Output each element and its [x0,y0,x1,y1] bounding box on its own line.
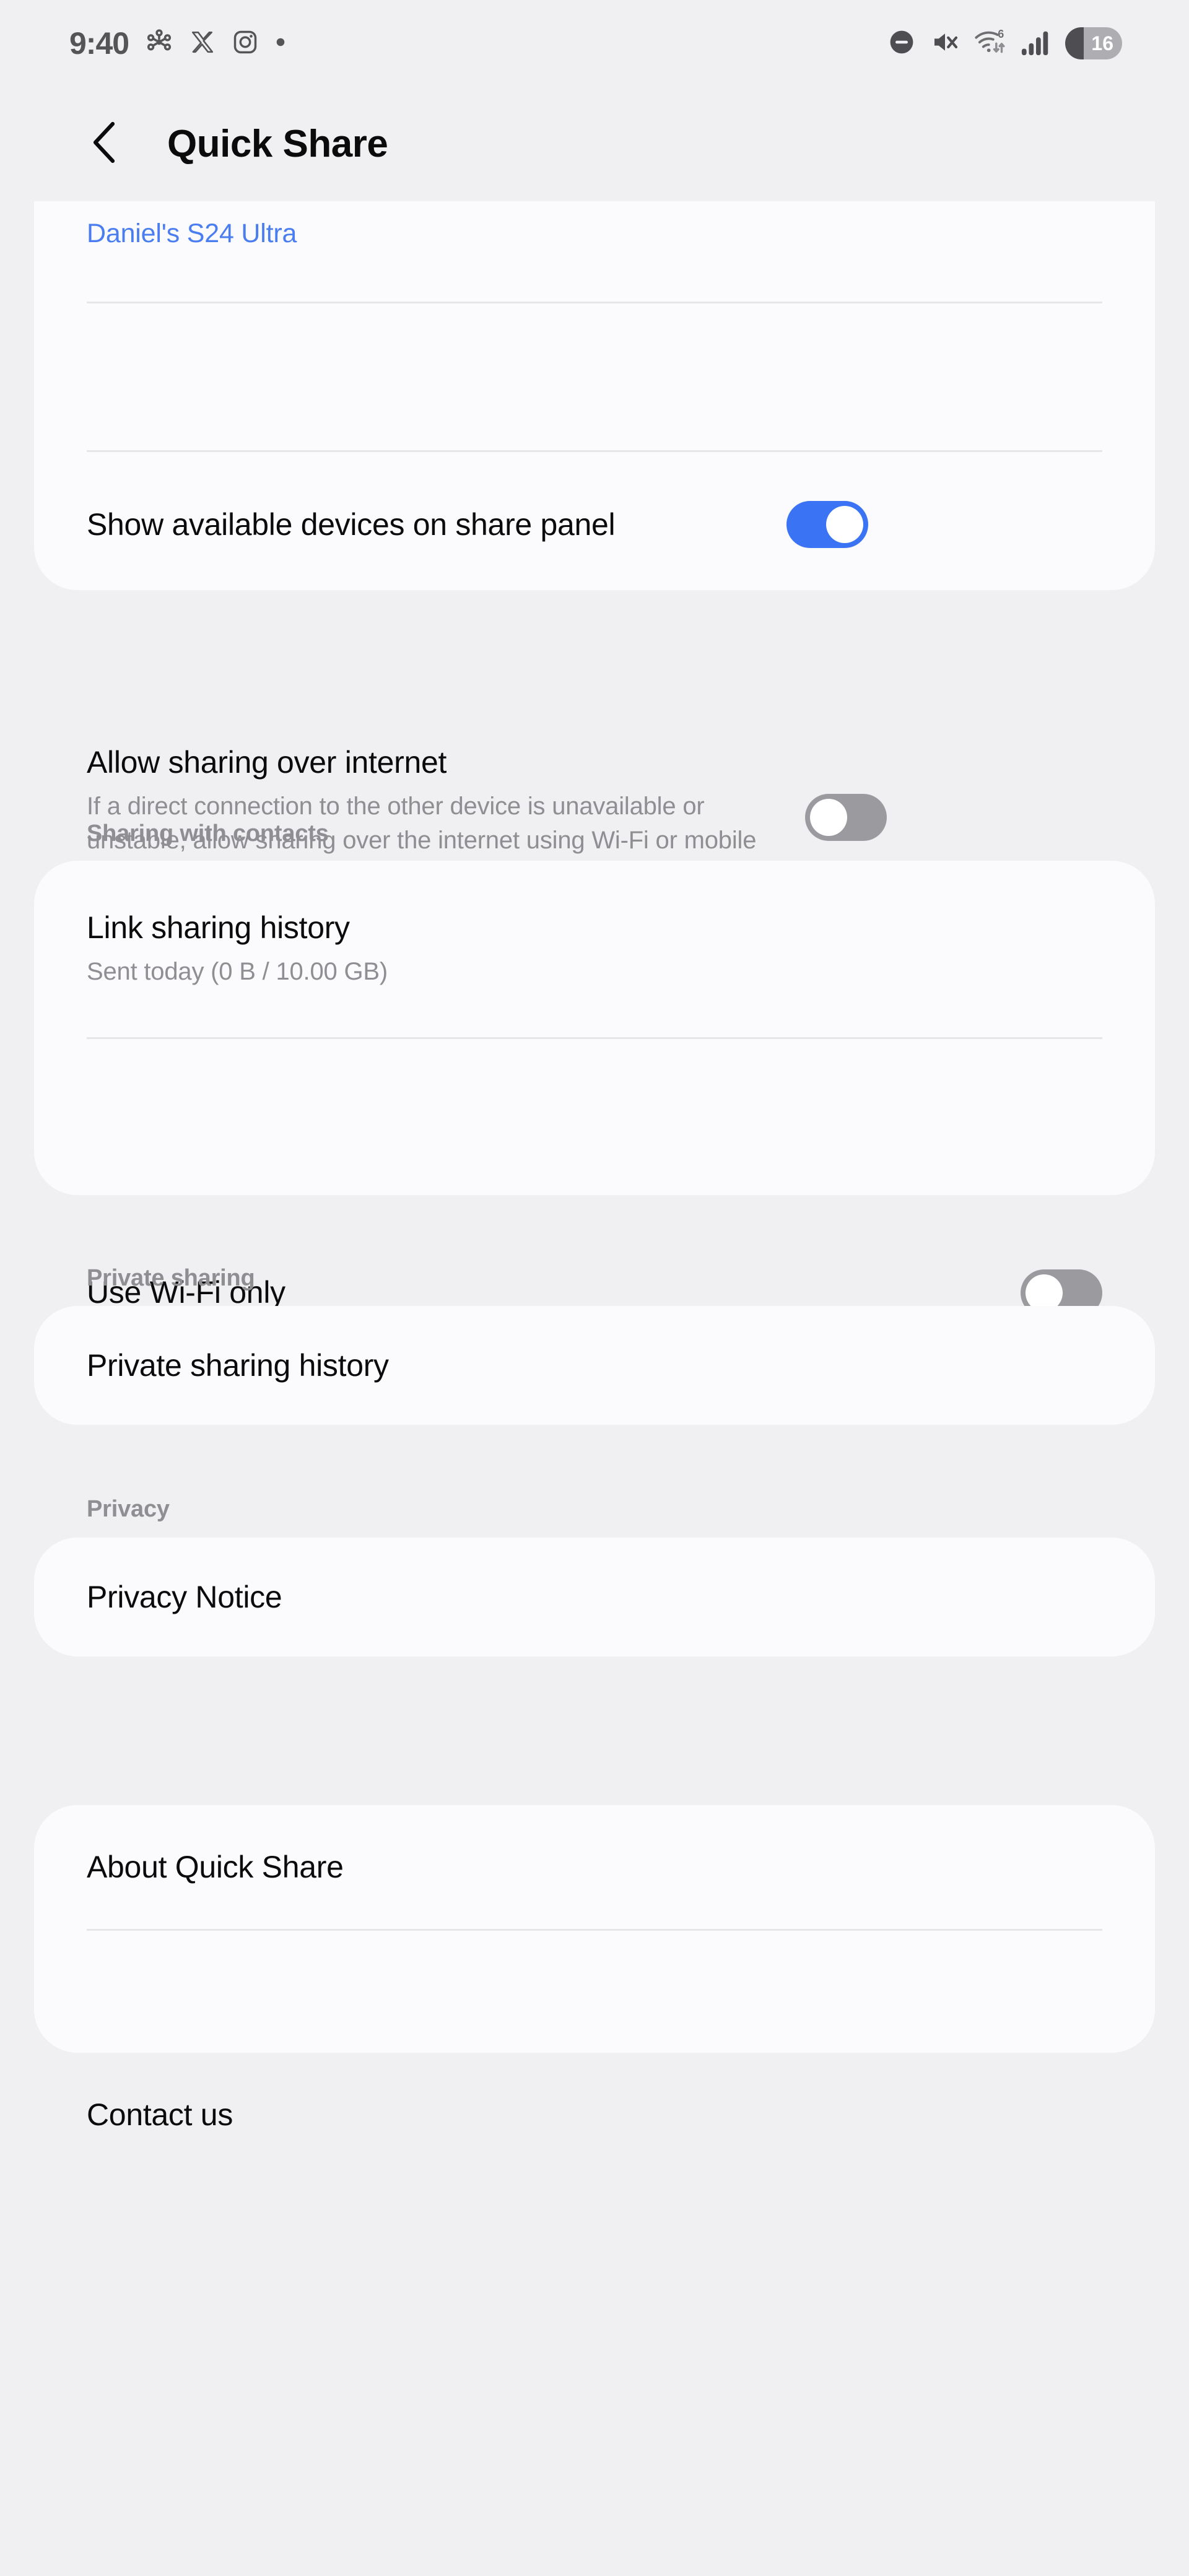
private-sharing-history-row[interactable]: Private sharing history [34,1306,1155,1425]
mute-icon [930,27,960,60]
battery-indicator: 16 [1065,27,1122,59]
phone-name-value: Daniel's S24 Ultra [87,219,297,248]
device-settings-card: Phone name Daniel's S24 Ultra Show avail… [34,201,1155,888]
settings-scroll-area[interactable]: Phone name Daniel's S24 Ultra Show avail… [0,201,1189,2576]
privacy-notice-label: Privacy Notice [87,1579,282,1614]
info-card: About Quick Share Contact us [34,1805,1155,2132]
phone-name-label: Phone name [87,201,1102,208]
link-sharing-history-label: Link sharing history [87,910,350,946]
show-available-devices-text: Show available devices on share panel [87,505,762,544]
private-sharing-history-text: Private sharing history [87,1346,1102,1385]
signal-bars-icon [1021,27,1052,60]
x-logo-icon [189,29,216,58]
privacy-notice-text: Privacy Notice [87,1578,1102,1617]
contact-us-text: Contact us [87,2095,1102,2134]
page-title: Quick Share [167,123,388,165]
svg-text:6: 6 [998,28,1004,40]
instagram-icon [232,28,259,59]
phone-name-text: Phone name Daniel's S24 Ultra [87,201,1102,252]
link-sharing-history-status: Sent today (0 B / 10.00 GB) [87,958,388,986]
about-quick-share-row[interactable]: About Quick Share [34,1805,1155,1929]
show-available-devices-row[interactable]: Show available devices on share panel [34,450,1155,599]
phone-name-row[interactable]: Phone name Daniel's S24 Ultra [34,201,1155,302]
link-sharing-history-row[interactable]: Link sharing history Sent today (0 B / 1… [34,861,1155,1037]
about-quick-share-text: About Quick Share [87,1848,1102,1887]
section-header-privacy: Privacy [87,1496,170,1522]
back-button[interactable] [87,120,124,168]
about-quick-share-label: About Quick Share [87,1849,344,1884]
battery-fill [1065,27,1084,59]
show-available-devices-toggle[interactable] [786,501,868,548]
section-header-private-sharing: Private sharing [87,1265,255,1291]
privacy-notice-row[interactable]: Privacy Notice [34,1538,1155,1656]
divider [87,1929,1102,1931]
battery-level-label: 16 [1091,32,1113,54]
toggle-knob [826,506,863,543]
divider [87,450,1102,452]
status-bar-clock: 9:40 [69,26,129,61]
privacy-card: Privacy Notice [34,1538,1155,1656]
smartthings-icon [145,28,173,59]
chevron-left-icon [89,120,121,168]
status-bar-left: 9:40 [69,28,286,59]
divider [87,302,1102,303]
dot-icon [275,37,286,51]
show-available-devices-label: Show available devices on share panel [87,507,616,542]
section-header-sharing-with-contacts: Sharing with contacts [87,820,329,846]
status-bar: 9:40 6 16 [0,0,1189,87]
status-bar-right: 6 16 [887,27,1122,61]
contact-us-label: Contact us [87,2097,233,2132]
link-sharing-history-text: Link sharing history Sent today (0 B / 1… [87,908,1102,989]
page-header: Quick Share [0,87,1189,201]
allow-sharing-over-internet-toggle[interactable] [805,794,887,841]
wifi-6-icon: 6 [973,27,1007,61]
private-sharing-card: Private sharing history [34,1306,1155,1425]
private-sharing-history-label: Private sharing history [87,1347,389,1383]
allow-sharing-over-internet-label: Allow sharing over internet [87,744,447,780]
contacts-settings-card: Link sharing history Sent today (0 B / 1… [34,861,1155,1316]
do-not-disturb-icon [887,27,917,60]
toggle-knob [810,799,847,836]
divider [87,1037,1102,1039]
contact-us-row[interactable]: Contact us [34,2053,1155,2177]
